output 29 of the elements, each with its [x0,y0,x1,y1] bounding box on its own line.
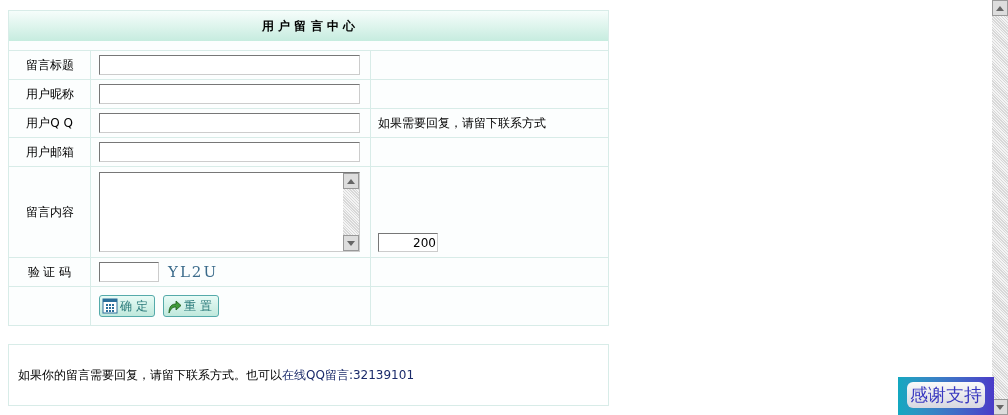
scrollbar[interactable] [343,173,359,251]
field-label: 用户邮箱 [25,144,74,161]
field-label: 用户昵称 [25,86,74,103]
submit-button[interactable]: 确 定 [99,295,155,317]
char-counter[interactable]: 200 [378,233,438,252]
thanks-badge[interactable]: 感谢支持 [898,377,994,415]
down-arrow-icon[interactable] [996,404,1004,410]
text-field[interactable] [99,55,360,75]
scrollbar[interactable] [992,0,1008,415]
redo-arrow-icon [165,298,182,314]
down-arrow-icon[interactable] [347,240,355,246]
hint-text: 如果需要回复，请留下联系方式 [378,115,546,132]
qq-link[interactable]: 在线QQ留言:32139101 [282,368,414,382]
field-label: 留言标题 [25,57,74,74]
text-field[interactable] [99,142,360,162]
captcha-field[interactable] [99,262,159,282]
captcha-code: YL2U [168,261,219,283]
message-textarea[interactable] [99,172,360,252]
field-label: 验 证 码 [27,264,72,281]
note-text: 如果你的留言需要回复，请留下联系方式。也可以在线QQ留言:32139101 [18,367,414,384]
text-field[interactable] [99,84,360,104]
field-label: 用户Q Q [26,115,73,132]
field-label: 留言内容 [25,204,74,221]
grid-icon [102,298,118,314]
text-field[interactable] [99,113,360,133]
reset-button[interactable]: 重 置 [162,295,219,317]
up-arrow-icon[interactable] [996,5,1004,11]
up-arrow-icon[interactable] [347,178,355,184]
form-header: 用 户 留 言 中 心 [9,11,608,41]
